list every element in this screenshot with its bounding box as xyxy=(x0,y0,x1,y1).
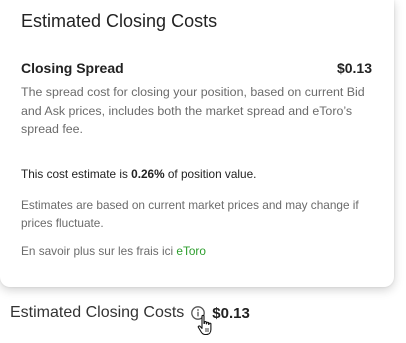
closing-costs-value: $0.13 xyxy=(212,304,250,322)
closing-spread-label: Closing Spread xyxy=(21,60,124,76)
cost-estimate-suffix: of position value. xyxy=(164,167,257,181)
more-info-prefix: En savoir plus sur les frais ici xyxy=(21,244,177,258)
closing-spread-value: $0.13 xyxy=(336,60,372,76)
closing-costs-label: Estimated Closing Costs xyxy=(10,304,185,321)
cost-estimate-percent: 0.26% xyxy=(131,167,165,181)
closing-costs-widget: Estimated Closing Costs Closing Spread $… xyxy=(0,0,406,343)
cost-estimate-line: This cost estimate is 0.26% of position … xyxy=(21,167,256,181)
tooltip-title: Estimated Closing Costs xyxy=(21,11,218,31)
closing-spread-description: The spread cost for closing your positio… xyxy=(21,85,365,136)
cost-estimate-prefix: This cost estimate is xyxy=(21,167,132,181)
hand-pointer-cursor-icon xyxy=(197,314,212,336)
etoro-fees-link[interactable]: eToro xyxy=(176,244,206,258)
more-info-line: En savoir plus sur les frais ici eToro xyxy=(21,244,206,258)
closing-costs-tooltip: Estimated Closing Costs Closing Spread $… xyxy=(0,0,394,287)
estimate-disclaimer: Estimates are based on current market pr… xyxy=(21,198,359,230)
